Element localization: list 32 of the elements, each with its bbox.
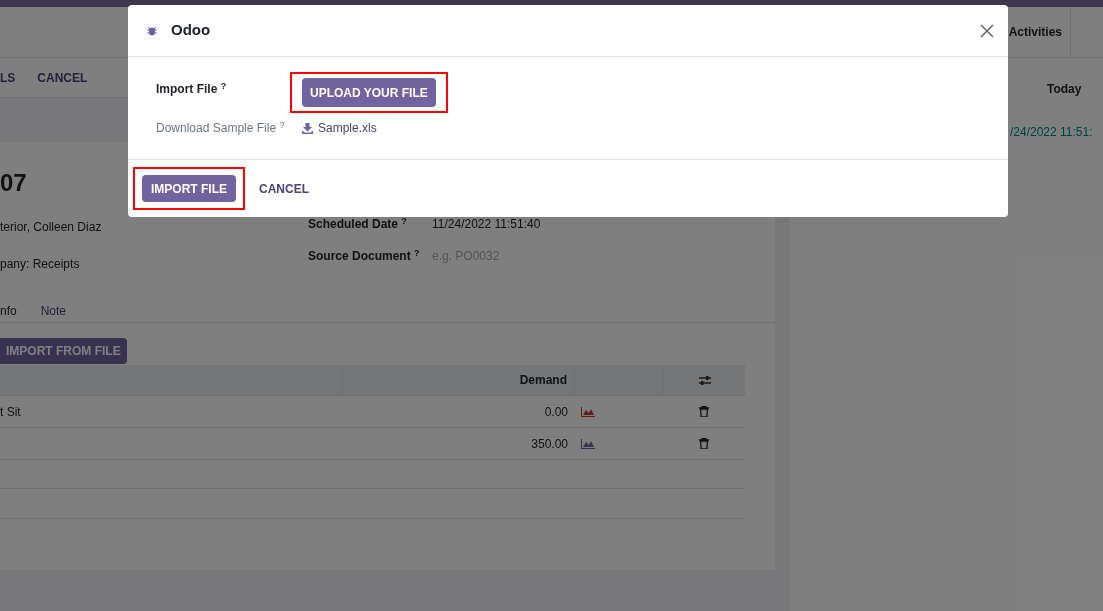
table-cell: t Sit	[0, 404, 21, 419]
column-header[interactable]: Demand	[519, 371, 567, 389]
field-label: Source Document $^{?}$	[308, 248, 421, 264]
dialog-title: Odoo	[171, 20, 211, 41]
table-cell-text: 0.00	[544, 403, 568, 421]
action-button[interactable]: CANCEL	[37, 68, 88, 87]
table-cell-text: 350.00	[531, 435, 568, 453]
import-from-file-button[interactable]: IMPORT FROM FILE	[0, 338, 127, 364]
field-value: 11/24/2022 11:51:40	[432, 216, 541, 232]
area-chart-icon[interactable]	[581, 406, 595, 417]
field-value: pany: Receipts	[0, 256, 81, 272]
upload-button[interactable]: UPLOAD YOUR FILE	[302, 78, 436, 107]
column-settings-icon[interactable]	[698, 374, 711, 386]
cancel-button[interactable]: CANCEL	[257, 175, 311, 202]
sample-file-link[interactable]: Sample.xls	[302, 119, 377, 137]
field-label: Scheduled Date $^{?}$	[308, 216, 408, 232]
import-file-button[interactable]: IMPORT FILE	[142, 175, 236, 202]
bug-icon	[147, 25, 157, 36]
field-label: Download Sample File $^{?}$	[156, 119, 286, 137]
tab[interactable]: nfo	[0, 299, 17, 323]
tab[interactable]: Note	[40, 299, 67, 323]
column-heading: Today	[1047, 81, 1082, 98]
area-chart-icon[interactable]	[581, 438, 595, 449]
field-value: terior, Colleen Diaz	[0, 219, 102, 235]
date-text: /24/2022 11:51:	[1010, 124, 1093, 141]
close-icon[interactable]	[980, 23, 994, 38]
action-button[interactable]: LS	[0, 68, 16, 87]
trash-icon[interactable]	[699, 406, 709, 417]
field-label: Import File $^{?}$	[156, 80, 228, 98]
record-title: 07	[0, 168, 27, 198]
trash-icon[interactable]	[699, 438, 709, 449]
download-icon	[302, 122, 313, 134]
